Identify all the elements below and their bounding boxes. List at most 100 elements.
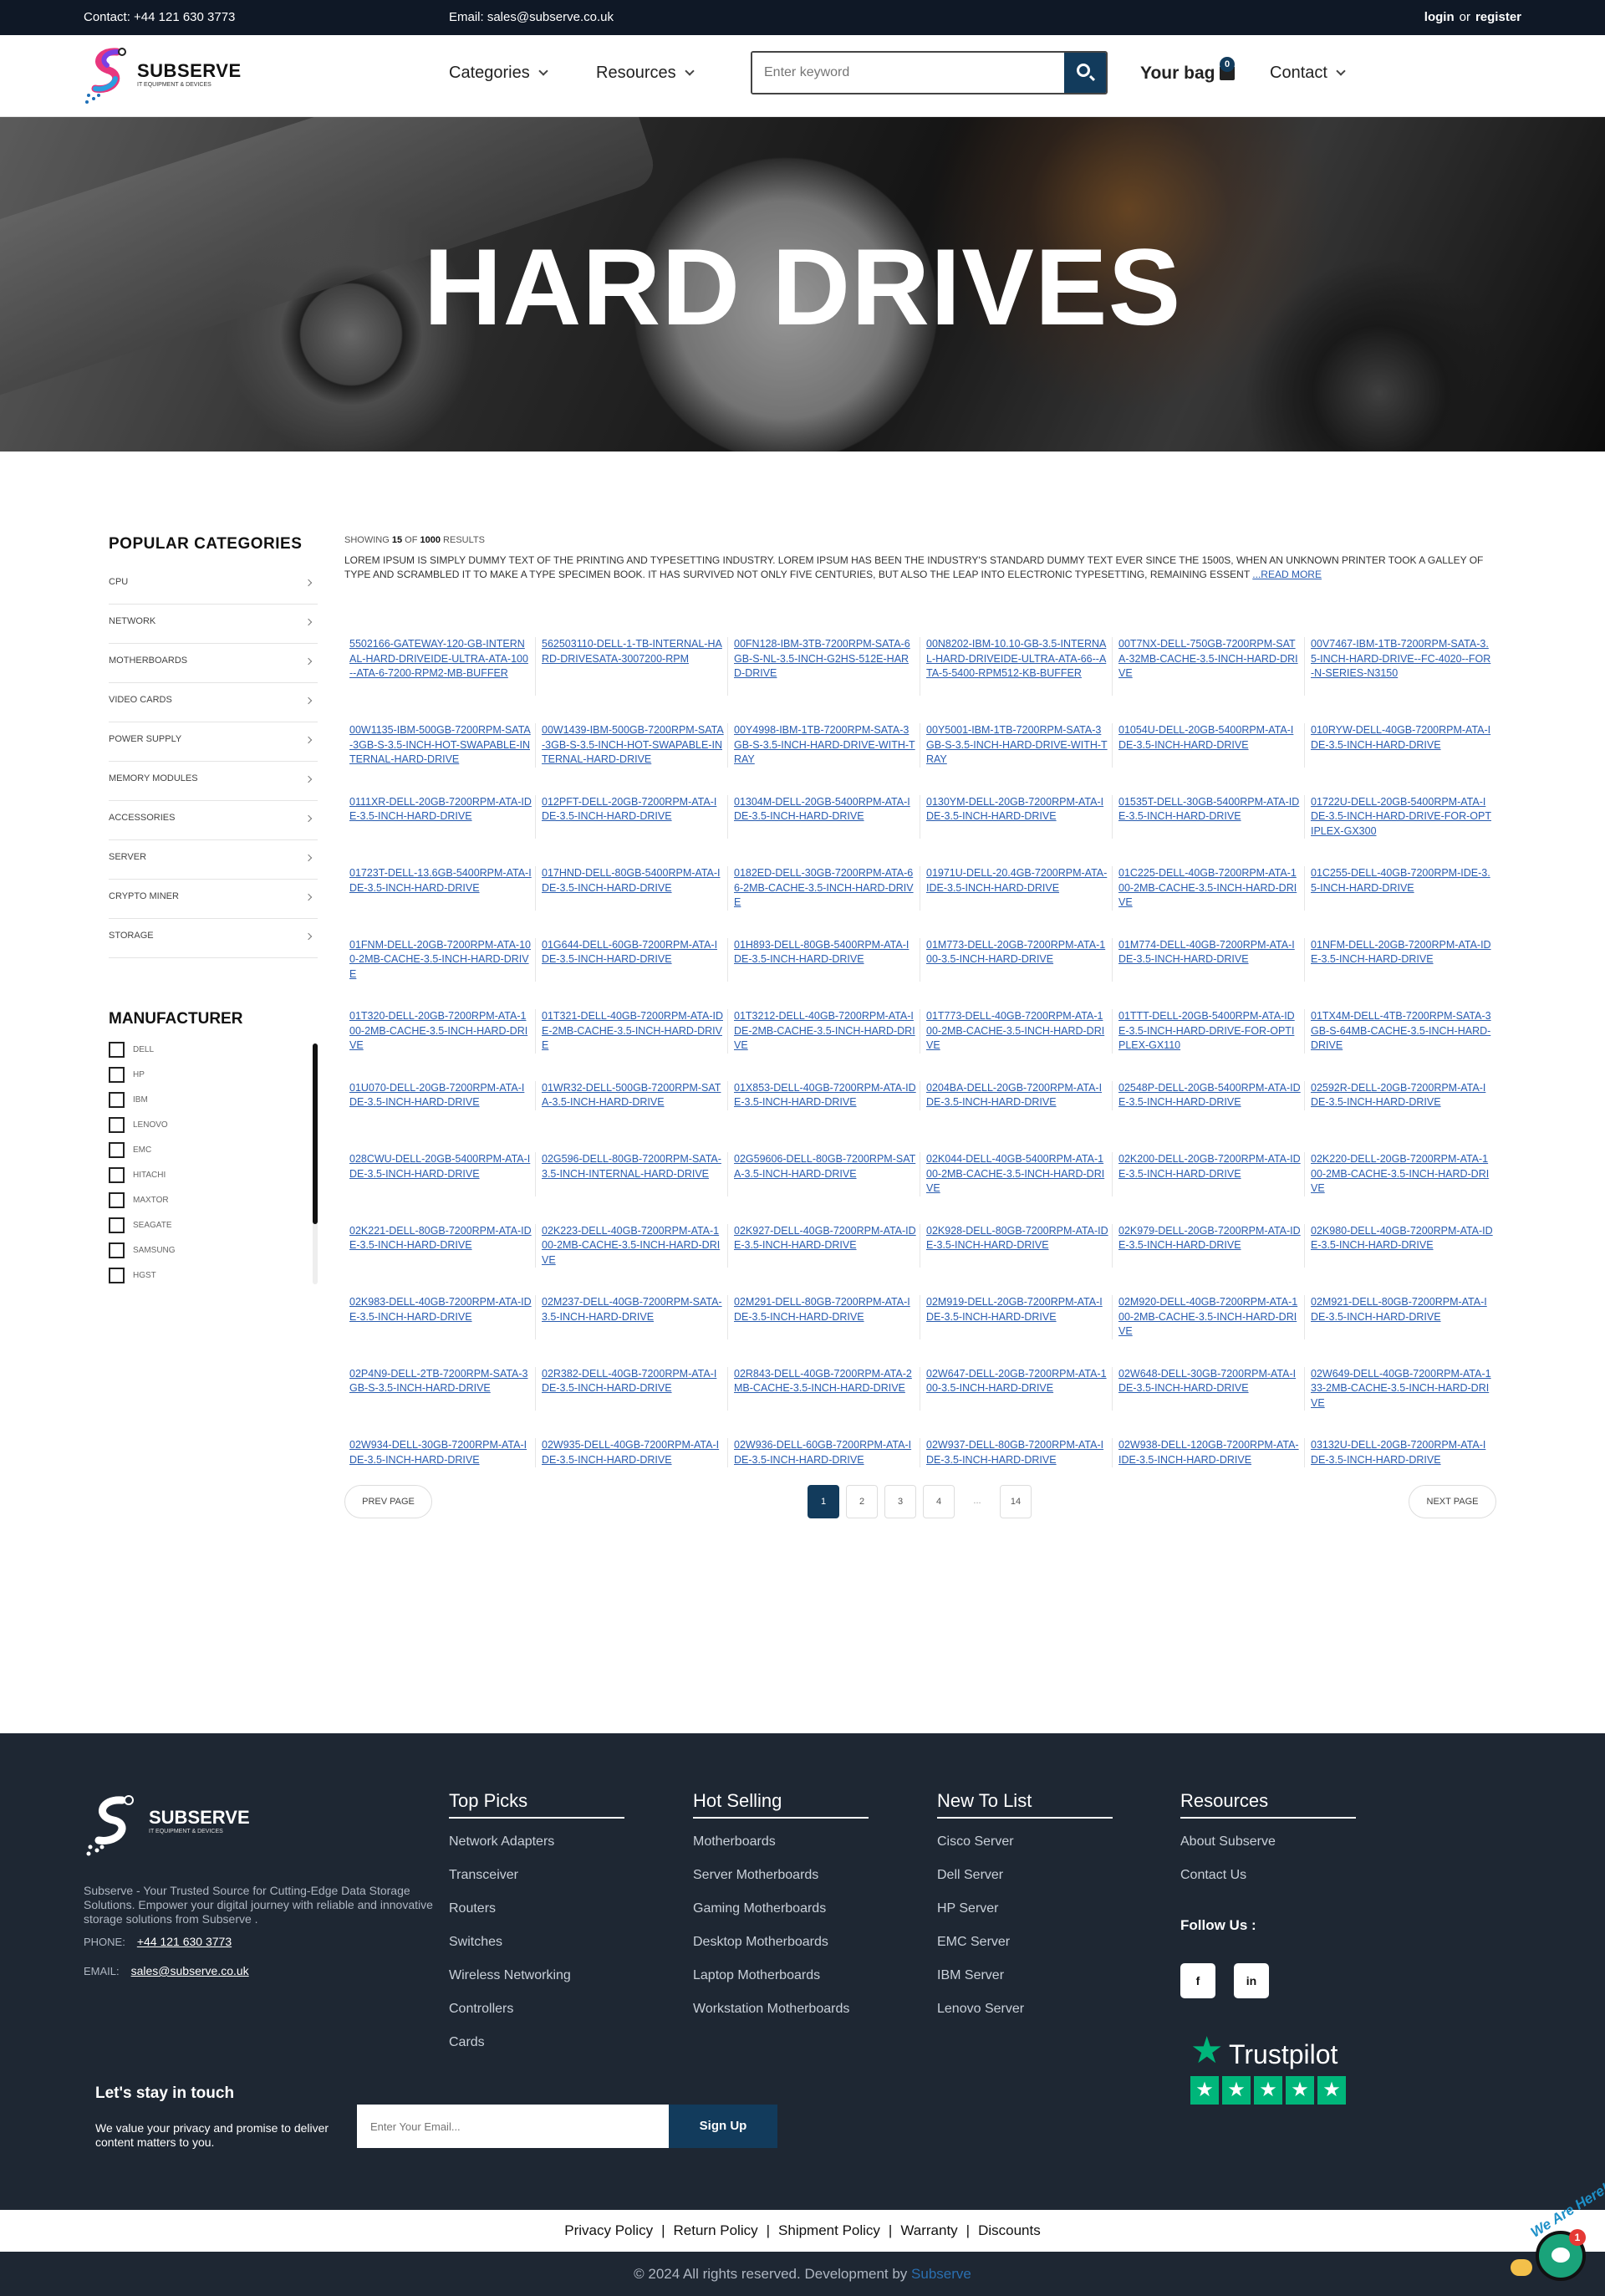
- product-link[interactable]: 00V7467-IBM-1TB-7200RPM-SATA-3.5-INCH-HA…: [1311, 637, 1493, 681]
- product-link[interactable]: 02W937-DELL-80GB-7200RPM-ATA-IDE-3.5-INC…: [926, 1438, 1108, 1467]
- product-link[interactable]: 0111XR-DELL-20GB-7200RPM-ATA-IDE-3.5-INC…: [349, 795, 532, 824]
- live-chat-widget[interactable]: We Are Here! 1: [1509, 2180, 1605, 2288]
- footer-link[interactable]: Motherboards: [693, 1832, 869, 1865]
- product-link[interactable]: 02W935-DELL-40GB-7200RPM-ATA-IDE-3.5-INC…: [542, 1438, 724, 1467]
- product-link[interactable]: 0130YM-DELL-20GB-7200RPM-ATA-IDE-3.5-INC…: [926, 795, 1108, 824]
- footer-link[interactable]: Routers: [449, 1899, 624, 1932]
- page-button-1[interactable]: 1: [808, 1485, 839, 1518]
- register-link[interactable]: register: [1475, 10, 1521, 24]
- product-link[interactable]: 00Y4998-IBM-1TB-7200RPM-SATA-3GB-S-3.5-I…: [734, 723, 916, 768]
- product-link[interactable]: 02W648-DELL-30GB-7200RPM-ATA-IDE-3.5-INC…: [1118, 1367, 1301, 1396]
- sidebar-category-video-cards[interactable]: VIDEO CARDS: [109, 683, 318, 722]
- policy-link-warranty[interactable]: Warranty: [900, 2222, 957, 2238]
- checkbox[interactable]: [109, 1042, 125, 1058]
- product-link[interactable]: 012PFT-DELL-20GB-7200RPM-ATA-IDE-3.5-INC…: [542, 795, 724, 824]
- phone-link[interactable]: +44 121 630 3773: [137, 1935, 232, 1948]
- product-link[interactable]: 01X853-DELL-40GB-7200RPM-ATA-IDE-3.5-INC…: [734, 1081, 916, 1110]
- product-link[interactable]: 02M291-DELL-80GB-7200RPM-ATA-IDE-3.5-INC…: [734, 1295, 916, 1324]
- login-link[interactable]: login: [1424, 10, 1455, 24]
- manufacturer-filter-lenovo[interactable]: LENOVO: [109, 1117, 318, 1142]
- product-link[interactable]: 02K200-DELL-20GB-7200RPM-ATA-IDE-3.5-INC…: [1118, 1152, 1301, 1181]
- sidebar-category-network[interactable]: NETWORK: [109, 605, 318, 644]
- sidebar-category-storage[interactable]: STORAGE: [109, 919, 318, 958]
- checkbox[interactable]: [109, 1242, 125, 1258]
- product-link[interactable]: 02K220-DELL-20GB-7200RPM-ATA-100-2MB-CAC…: [1311, 1152, 1493, 1196]
- product-link[interactable]: 02W934-DELL-30GB-7200RPM-ATA-IDE-3.5-INC…: [349, 1438, 532, 1467]
- product-link[interactable]: 01535T-DELL-30GB-5400RPM-ATA-IDE-3.5-INC…: [1118, 795, 1301, 824]
- product-link[interactable]: 01H893-DELL-80GB-5400RPM-ATA-IDE-3.5-INC…: [734, 938, 916, 967]
- footer-link[interactable]: Network Adapters: [449, 1832, 624, 1865]
- product-link[interactable]: 00W1135-IBM-500GB-7200RPM-SATA-3GB-S-3.5…: [349, 723, 532, 768]
- product-link[interactable]: 02G59606-DELL-80GB-7200RPM-SATA-3.5-INCH…: [734, 1152, 916, 1181]
- policy-link-privacy-policy[interactable]: Privacy Policy: [564, 2222, 653, 2238]
- product-link[interactable]: 01M774-DELL-40GB-7200RPM-ATA-IDE-3.5-INC…: [1118, 938, 1301, 967]
- site-logo[interactable]: SUBSERVE IT EQUIPMENT & DEVICES: [84, 45, 242, 105]
- footer-link[interactable]: Dell Server: [937, 1865, 1113, 1899]
- checkbox[interactable]: [109, 1092, 125, 1108]
- topbar-email[interactable]: Email: sales@subserve.co.uk: [449, 10, 614, 24]
- product-link[interactable]: 00N8202-IBM-10.10-GB-3.5-INTERNAL-HARD-D…: [926, 637, 1108, 681]
- product-link[interactable]: 00Y5001-IBM-1TB-7200RPM-SATA-3GB-S-3.5-I…: [926, 723, 1108, 768]
- footer-link[interactable]: Wireless Networking: [449, 1966, 624, 1999]
- footer-link[interactable]: Desktop Motherboards: [693, 1932, 869, 1966]
- product-link[interactable]: 02K980-DELL-40GB-7200RPM-ATA-IDE-3.5-INC…: [1311, 1224, 1493, 1253]
- product-link[interactable]: 017HND-DELL-80GB-5400RPM-ATA-IDE-3.5-INC…: [542, 866, 724, 895]
- sidebar-category-accessories[interactable]: ACCESSORIES: [109, 801, 318, 840]
- page-button-2[interactable]: 2: [846, 1485, 878, 1518]
- nav-resources[interactable]: Resources: [596, 64, 695, 83]
- product-link[interactable]: 01T321-DELL-40GB-7200RPM-ATA-IDE-2MB-CAC…: [542, 1009, 724, 1054]
- product-link[interactable]: 01C255-DELL-40GB-7200RPM-IDE-3.5-INCH-HA…: [1311, 866, 1493, 895]
- product-link[interactable]: 562503110-DELL-1-TB-INTERNAL-HARD-DRIVES…: [542, 637, 724, 666]
- footer-link[interactable]: Transceiver: [449, 1865, 624, 1899]
- manufacturer-filter-samsung[interactable]: SAMSUNG: [109, 1242, 318, 1268]
- product-link[interactable]: 00FN128-IBM-3TB-7200RPM-SATA-6GB-S-NL-3.…: [734, 637, 916, 681]
- product-link[interactable]: 00T7NX-DELL-750GB-7200RPM-SATA-32MB-CACH…: [1118, 637, 1301, 681]
- linkedin-icon[interactable]: in: [1234, 1963, 1269, 1998]
- footer-link[interactable]: Server Motherboards: [693, 1865, 869, 1899]
- shopping-bag[interactable]: Your bag 0: [1140, 57, 1236, 84]
- footer-link[interactable]: Lenovo Server: [937, 1999, 1113, 2033]
- search-input[interactable]: [752, 53, 1065, 93]
- product-link[interactable]: 02M919-DELL-20GB-7200RPM-ATA-IDE-3.5-INC…: [926, 1295, 1108, 1324]
- footer-link[interactable]: About Subserve: [1180, 1832, 1356, 1865]
- manufacturer-filter-maxtor[interactable]: MAXTOR: [109, 1192, 318, 1217]
- product-link[interactable]: 02K044-DELL-40GB-5400RPM-ATA-100-2MB-CAC…: [926, 1152, 1108, 1196]
- sidebar-category-memory-modules[interactable]: MEMORY MODULES: [109, 762, 318, 801]
- product-link[interactable]: 01723T-DELL-13.6GB-5400RPM-ATA-IDE-3.5-I…: [349, 866, 532, 895]
- product-link[interactable]: 02K223-DELL-40GB-7200RPM-ATA-100-2MB-CAC…: [542, 1224, 724, 1268]
- product-link[interactable]: 02P4N9-DELL-2TB-7200RPM-SATA-3GB-S-3.5-I…: [349, 1367, 532, 1396]
- product-link[interactable]: 02K221-DELL-80GB-7200RPM-ATA-IDE-3.5-INC…: [349, 1224, 532, 1253]
- checkbox[interactable]: [109, 1268, 125, 1283]
- footer-link[interactable]: Cards: [449, 2033, 624, 2066]
- product-link[interactable]: 02G596-DELL-80GB-7200RPM-SATA-3.5-INCH-I…: [542, 1152, 724, 1181]
- checkbox[interactable]: [109, 1117, 125, 1133]
- manufacturer-filter-hgst[interactable]: HGST: [109, 1268, 318, 1293]
- checkbox[interactable]: [109, 1067, 125, 1083]
- product-link[interactable]: 02K983-DELL-40GB-7200RPM-ATA-IDE-3.5-INC…: [349, 1295, 532, 1324]
- product-link[interactable]: 03132U-DELL-20GB-7200RPM-ATA-IDE-3.5-INC…: [1311, 1438, 1493, 1467]
- product-link[interactable]: 5502166-GATEWAY-120-GB-INTERNAL-HARD-DRI…: [349, 637, 532, 681]
- product-link[interactable]: 02K979-DELL-20GB-7200RPM-ATA-IDE-3.5-INC…: [1118, 1224, 1301, 1253]
- sidebar-category-crypto-miner[interactable]: CRYPTO MINER: [109, 880, 318, 919]
- footer-link[interactable]: Switches: [449, 1932, 624, 1966]
- product-link[interactable]: 01971U-DELL-20.4GB-7200RPM-ATA-IDE-3.5-I…: [926, 866, 1108, 895]
- manufacturer-filter-hitachi[interactable]: HITACHI: [109, 1167, 318, 1192]
- product-link[interactable]: 01T773-DELL-40GB-7200RPM-ATA-100-2MB-CAC…: [926, 1009, 1108, 1054]
- product-link[interactable]: 028CWU-DELL-20GB-5400RPM-ATA-IDE-3.5-INC…: [349, 1152, 532, 1181]
- checkbox[interactable]: [109, 1142, 125, 1158]
- product-link[interactable]: 01304M-DELL-20GB-5400RPM-ATA-IDE-3.5-INC…: [734, 795, 916, 824]
- product-link[interactable]: 01M773-DELL-20GB-7200RPM-ATA-100-3.5-INC…: [926, 938, 1108, 967]
- sidebar-category-server[interactable]: SERVER: [109, 840, 318, 880]
- footer-link[interactable]: IBM Server: [937, 1966, 1113, 1999]
- product-link[interactable]: 02R843-DELL-40GB-7200RPM-ATA-2MB-CACHE-3…: [734, 1367, 916, 1396]
- product-link[interactable]: 01WR32-DELL-500GB-7200RPM-SATA-3.5-INCH-…: [542, 1081, 724, 1110]
- product-link[interactable]: 0182ED-DELL-30GB-7200RPM-ATA-66-2MB-CACH…: [734, 866, 916, 911]
- next-page-button[interactable]: NEXT PAGE: [1409, 1485, 1496, 1518]
- product-link[interactable]: 02K928-DELL-80GB-7200RPM-ATA-IDE-3.5-INC…: [926, 1224, 1108, 1253]
- product-link[interactable]: 02R382-DELL-40GB-7200RPM-ATA-IDE-3.5-INC…: [542, 1367, 724, 1396]
- product-link[interactable]: 01FNM-DELL-20GB-7200RPM-ATA-100-2MB-CACH…: [349, 938, 532, 982]
- newsletter-signup-button[interactable]: Sign Up: [669, 2105, 777, 2148]
- product-link[interactable]: 02592R-DELL-20GB-7200RPM-ATA-IDE-3.5-INC…: [1311, 1081, 1493, 1110]
- product-link[interactable]: 01G644-DELL-60GB-7200RPM-ATA-IDE-3.5-INC…: [542, 938, 724, 967]
- page-button-3[interactable]: 3: [884, 1485, 916, 1518]
